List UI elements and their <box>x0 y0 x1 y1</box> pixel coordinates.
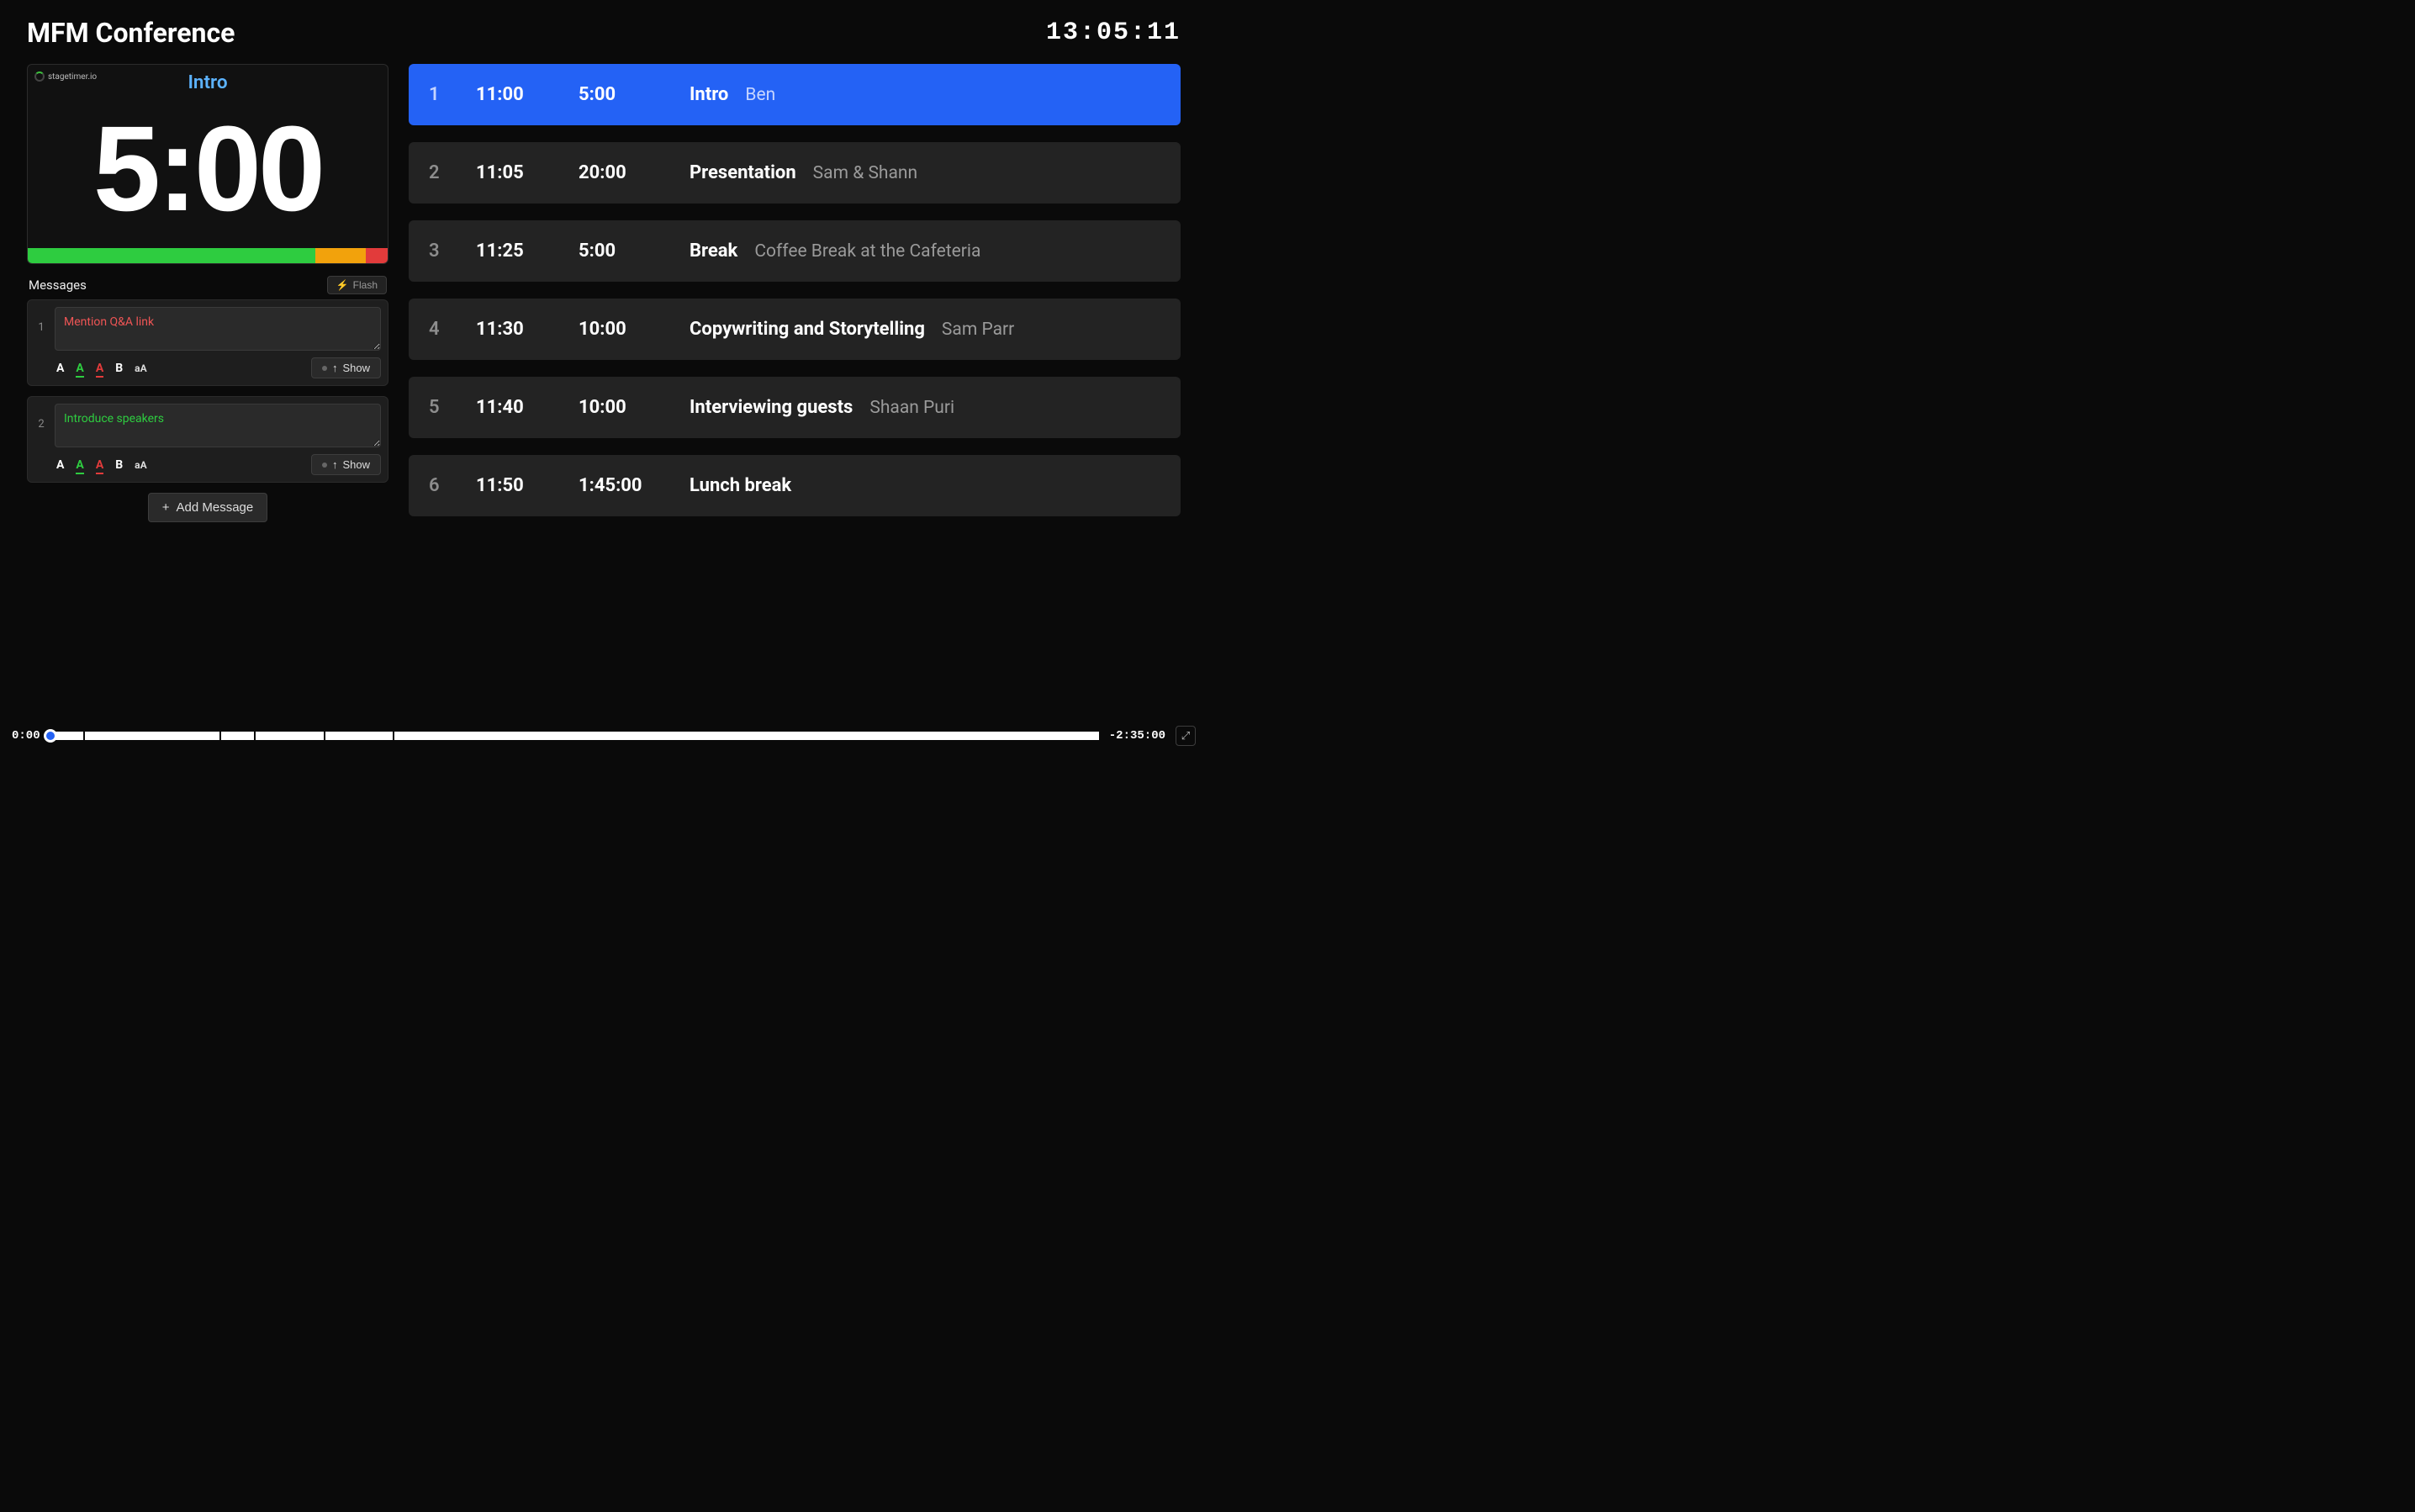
brand-logo: stagetimer.io <box>34 71 97 82</box>
agenda-number: 1 <box>429 84 474 105</box>
agenda-speaker: Sam & Shann <box>813 163 917 183</box>
agenda-title: Intro <box>690 84 728 105</box>
agenda-duration: 5:00 <box>579 84 688 105</box>
format-color-red[interactable]: A <box>96 458 103 472</box>
agenda-row[interactable]: 611:501:45:00Lunch break <box>409 455 1181 516</box>
status-dot-icon <box>322 463 327 468</box>
message-index: 2 <box>28 397 55 451</box>
spinner-icon <box>34 71 45 82</box>
message-card: 1Mention Q&A linkAAABaA↑Show <box>27 299 388 386</box>
agenda-row[interactable]: 311:255:00Break Coffee Break at the Cafet… <box>409 220 1181 282</box>
agenda-duration: 20:00 <box>579 162 688 183</box>
agenda-number: 3 <box>429 241 474 262</box>
agenda-number: 6 <box>429 475 474 496</box>
timeline-remaining: -2:35:00 <box>1109 729 1165 743</box>
agenda-speaker: Ben <box>745 85 775 105</box>
agenda-row[interactable]: 511:4010:00Interviewing guests Shaan Puri <box>409 377 1181 438</box>
message-index: 1 <box>28 300 55 354</box>
collapse-icon: ⤢ <box>1181 730 1190 743</box>
timeline-segment[interactable] <box>325 732 393 740</box>
agenda-speaker: Sam Parr <box>942 320 1014 340</box>
agenda-title: Interviewing guests <box>690 397 853 418</box>
format-color-green[interactable]: A <box>76 458 83 472</box>
timeline-segment[interactable] <box>85 732 219 740</box>
format-case[interactable]: aA <box>135 459 146 471</box>
plus-icon: + <box>162 500 170 515</box>
fullscreen-toggle-button[interactable]: ⤢ <box>1176 726 1196 746</box>
progress-green <box>28 248 315 263</box>
agenda-number: 4 <box>429 319 474 340</box>
agenda-speaker: Coffee Break at the Cafeteria <box>754 241 980 262</box>
message-input[interactable]: Introduce speakers <box>55 404 381 447</box>
page-title: MFM Conference <box>27 17 235 49</box>
agenda-duration: 10:00 <box>579 397 688 418</box>
agenda-title: Lunch break <box>690 475 791 496</box>
format-case[interactable]: aA <box>135 362 146 374</box>
agenda-title: Presentation <box>690 162 796 183</box>
show-label: Show <box>342 458 370 471</box>
agenda-row[interactable]: 411:3010:00Copywriting and Storytelling S… <box>409 299 1181 360</box>
timeline-segment[interactable] <box>394 732 1099 740</box>
arrow-up-icon: ↑ <box>332 458 338 471</box>
agenda-number: 2 <box>429 162 474 183</box>
timeline-handle[interactable] <box>44 729 57 743</box>
agenda-duration: 1:45:00 <box>579 475 688 496</box>
arrow-up-icon: ↑ <box>332 362 338 374</box>
agenda-list: 111:005:00IntroBen211:0520:00Presentatio… <box>409 64 1181 715</box>
agenda-duration: 5:00 <box>579 241 688 262</box>
format-color-red[interactable]: A <box>96 362 103 375</box>
show-message-button[interactable]: ↑ Show <box>311 357 381 378</box>
timeline-track[interactable] <box>50 732 1099 740</box>
show-label: Show <box>342 362 370 374</box>
timeline-segment[interactable] <box>256 732 323 740</box>
add-message-button[interactable]: + Add Message <box>148 493 268 522</box>
timer-display: 5:00 <box>28 93 388 248</box>
timeline-bar: 0:00 -2:35:00 ⤢ <box>0 717 1208 756</box>
format-bold[interactable]: B <box>115 362 123 375</box>
agenda-start: 11:25 <box>476 241 577 262</box>
timer-progress-bar <box>28 248 388 263</box>
agenda-duration: 10:00 <box>579 319 688 340</box>
status-dot-icon <box>322 366 327 371</box>
agenda-start: 11:05 <box>476 162 577 183</box>
format-color-white[interactable]: A <box>56 362 64 375</box>
timeline-elapsed: 0:00 <box>12 729 40 743</box>
progress-red <box>366 248 388 263</box>
agenda-title: Copywriting and Storytelling <box>690 319 925 340</box>
message-card: 2Introduce speakersAAABaA↑Show <box>27 396 388 483</box>
format-color-white[interactable]: A <box>56 458 64 472</box>
timeline-segment[interactable] <box>221 732 255 740</box>
flash-label: Flash <box>353 279 378 291</box>
agenda-start: 11:00 <box>476 84 577 105</box>
format-color-green[interactable]: A <box>76 362 83 375</box>
bolt-icon: ⚡ <box>336 279 349 291</box>
messages-heading: Messages <box>29 278 87 293</box>
brand-text: stagetimer.io <box>48 72 97 82</box>
clock: 13:05:11 <box>1046 19 1181 47</box>
agenda-start: 11:40 <box>476 397 577 418</box>
agenda-number: 5 <box>429 397 474 418</box>
timer-preview: stagetimer.io Intro 5:00 <box>27 64 388 264</box>
progress-orange <box>315 248 366 263</box>
agenda-speaker: Shaan Puri <box>869 398 954 418</box>
show-message-button[interactable]: ↑ Show <box>311 454 381 475</box>
header: MFM Conference 13:05:11 <box>0 0 1208 56</box>
agenda-row[interactable]: 111:005:00Intro Ben <box>409 64 1181 125</box>
flash-button[interactable]: ⚡ Flash <box>327 276 387 294</box>
add-message-label: Add Message <box>177 500 254 515</box>
message-input[interactable]: Mention Q&A link <box>55 307 381 351</box>
agenda-start: 11:50 <box>476 475 577 496</box>
agenda-title: Break <box>690 241 737 262</box>
agenda-row[interactable]: 211:0520:00Presentation Sam & Shann <box>409 142 1181 204</box>
format-bold[interactable]: B <box>115 458 123 472</box>
agenda-start: 11:30 <box>476 319 577 340</box>
